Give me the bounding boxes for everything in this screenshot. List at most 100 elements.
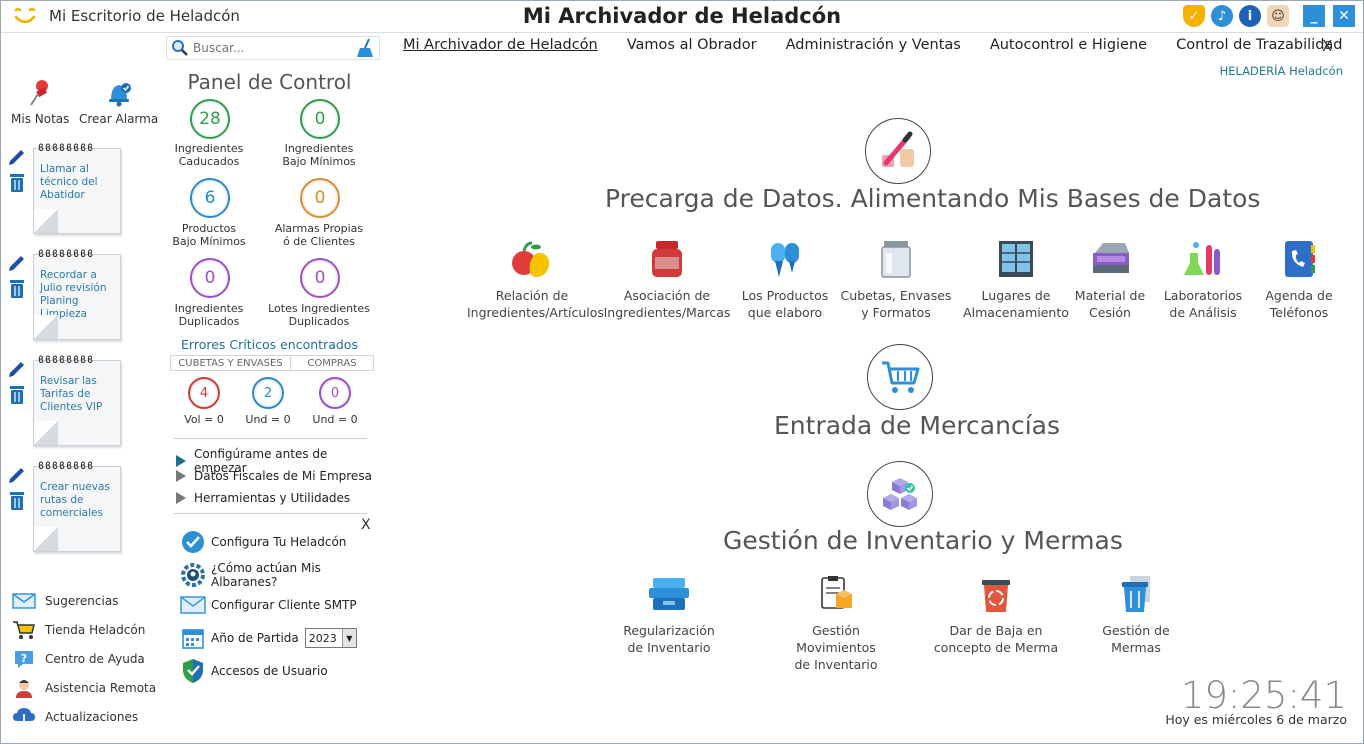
trash-icon[interactable] — [7, 490, 27, 512]
note-card[interactable]: ϐϐϐϐϐϐϐϐ Revisar las Tarifas de Clientes… — [7, 354, 123, 446]
trash-icon — [1114, 572, 1158, 616]
tab-obrador[interactable]: Vamos al Obrador — [627, 37, 757, 53]
cloud-download-icon — [11, 706, 37, 728]
item-label: concepto de Merma — [933, 640, 1059, 655]
configure-heladcon[interactable]: Configura Tu Heladcón — [180, 529, 346, 555]
bell-icon[interactable]: ♪ — [1211, 5, 1233, 27]
expired-ingredients-ring[interactable]: 28 — [190, 99, 230, 139]
error-ring[interactable]: 2 — [252, 377, 284, 409]
pencil-icon[interactable] — [7, 358, 27, 378]
item-write-off[interactable]: Dar de Baja en concepto de Merma — [931, 572, 1061, 656]
smtp-config[interactable]: Configurar Cliente SMTP — [180, 592, 357, 618]
info-icon[interactable]: i — [1239, 5, 1261, 27]
note-text: Revisar las Tarifas de Clientes VIP — [40, 375, 103, 413]
tab-purchases[interactable]: COMPRAS — [291, 356, 373, 370]
suggestions-link[interactable]: Sugerencias — [11, 586, 156, 615]
svg-text:?: ? — [21, 652, 27, 665]
item-label: Teléfonos — [1269, 305, 1329, 320]
metric-label: Ingredientes Caducados — [174, 142, 244, 168]
search-icon — [172, 40, 188, 56]
triangle-icon — [176, 492, 186, 504]
data-preload-section-button[interactable] — [865, 118, 931, 184]
minimize-button[interactable]: _ — [1303, 5, 1325, 27]
pen-hand-icon — [882, 131, 914, 167]
item-label: Ingredientes/Artículos — [467, 305, 604, 320]
cart-icon — [11, 619, 37, 641]
note-text: Recordar a Julio revisión Planing Limpie… — [40, 269, 107, 320]
item-ingredients[interactable]: Relación de Ingredientes/Artículos — [467, 237, 604, 321]
error-label: Und = 0 — [312, 413, 358, 426]
page-fold — [34, 209, 58, 233]
tab-autocontrol[interactable]: Autocontrol e Higiene — [990, 37, 1147, 53]
tab-trazabilidad[interactable]: Control de Trazabilidad — [1176, 37, 1342, 53]
tab-mi-archivador[interactable]: Mi Archivador de Heladcón — [403, 37, 598, 53]
updates-link[interactable]: Actualizaciones — [11, 702, 156, 731]
item-containers[interactable]: Cubetas, Envases y Formatos — [831, 237, 961, 321]
company-name: HELADERÍA Heladcón — [1219, 64, 1343, 78]
main-nav: Mi Archivador de Heladcón Vamos al Obrad… — [403, 37, 1364, 53]
shopping-cart-icon — [882, 361, 920, 393]
item-label: Regularización — [623, 623, 715, 638]
item-inventory-movements[interactable]: Gestión Movimientos de Inventario — [771, 572, 901, 673]
note-card[interactable]: ϐϐϐϐϐϐϐϐ Recordar a Julio revisión Plani… — [7, 248, 123, 340]
config-label: Configurar Cliente SMTP — [211, 598, 357, 612]
products-below-min-ring[interactable]: 6 — [190, 178, 230, 218]
year-select[interactable]: 2023 ▼ — [304, 628, 357, 648]
store-link[interactable]: Tienda Heladcón — [11, 615, 156, 644]
albaranes-config[interactable]: ¿Cómo actúan Mis Albaranes? — [180, 561, 381, 589]
menu-tools[interactable]: Herramientas y Utilidades — [176, 491, 350, 505]
pencil-icon[interactable] — [7, 252, 27, 272]
inventory-section-button[interactable] — [867, 461, 933, 527]
trash-icon[interactable] — [7, 172, 27, 194]
item-phonebook[interactable]: Agenda de Teléfonos — [1234, 237, 1364, 321]
envelope-icon — [11, 590, 37, 612]
alarms-ring[interactable]: 0 — [300, 178, 340, 218]
user-access[interactable]: Accesos de Usuario — [180, 658, 328, 684]
trash-icon[interactable] — [7, 278, 27, 300]
page-fold — [34, 527, 58, 551]
menu-label: Herramientas y Utilidades — [194, 491, 351, 505]
remote-support-link[interactable]: Asistencia Remota — [11, 673, 156, 702]
trash-icon[interactable] — [7, 384, 27, 406]
note-card[interactable]: ϐϐϐϐϐϐϐϐ Llamar al técnico del Abatidor — [7, 142, 123, 234]
item-waste-management[interactable]: Gestión de Mermas — [1071, 572, 1201, 656]
shield-icon[interactable]: ✓ — [1183, 5, 1205, 27]
close-tab-button[interactable]: X — [1322, 37, 1332, 55]
duplicated-ingredients-ring[interactable]: 0 — [190, 258, 230, 298]
item-label: de Inventario — [627, 640, 711, 655]
error-ring[interactable]: 0 — [319, 377, 351, 409]
shield-check-icon — [180, 658, 206, 684]
note-text: Crear nuevas rutas de comerciales — [40, 481, 110, 519]
tab-administracion[interactable]: Administración y Ventas — [786, 37, 961, 53]
close-window-button[interactable]: ✕ — [1333, 5, 1355, 27]
help-center-link[interactable]: ? Centro de Ayuda — [11, 644, 156, 673]
item-label: Mermas — [1111, 640, 1161, 655]
spiral-rings: ϐϐϐϐϐϐϐϐ — [38, 249, 95, 260]
search-input[interactable] — [193, 41, 353, 55]
alarm-bell-icon — [108, 83, 131, 107]
create-alarm-button[interactable]: Crear Alarma — [79, 78, 158, 126]
ingredients-below-min-ring[interactable]: 0 — [300, 99, 340, 139]
error-label: Und = 0 — [245, 413, 291, 426]
my-notes-button[interactable]: Mis Notas — [11, 78, 69, 126]
duplicated-lots-ring[interactable]: 0 — [300, 258, 340, 298]
broom-icon[interactable] — [355, 38, 375, 58]
config-label: Accesos de Usuario — [211, 664, 328, 678]
note-text: Llamar al técnico del Abatidor — [40, 163, 98, 201]
note-card[interactable]: ϐϐϐϐϐϐϐϐ Crear nuevas rutas de comercial… — [7, 460, 123, 552]
item-label: Gestión Movimientos — [796, 623, 876, 655]
error-tabs: CUBETAS Y ENVASES COMPRAS — [170, 355, 374, 371]
tab-containers[interactable]: CUBETAS Y ENVASES — [171, 356, 291, 370]
pencil-icon[interactable] — [7, 146, 27, 166]
user-icon[interactable]: ☺ — [1267, 5, 1289, 27]
cubes-icon — [883, 478, 917, 510]
pencil-icon[interactable] — [7, 464, 27, 484]
divider — [174, 513, 367, 514]
error-ring[interactable]: 4 — [188, 377, 220, 409]
page-fold — [34, 315, 58, 339]
item-inventory-adjust[interactable]: Regularización de Inventario — [604, 572, 734, 656]
menu-fiscal-data[interactable]: Datos Fiscales de Mi Empresa — [176, 469, 372, 483]
goods-receipt-section-button[interactable] — [867, 344, 933, 410]
close-config-button[interactable]: X — [361, 517, 371, 533]
item-brands[interactable]: Asociación de Ingredientes/Marcas — [602, 237, 732, 321]
